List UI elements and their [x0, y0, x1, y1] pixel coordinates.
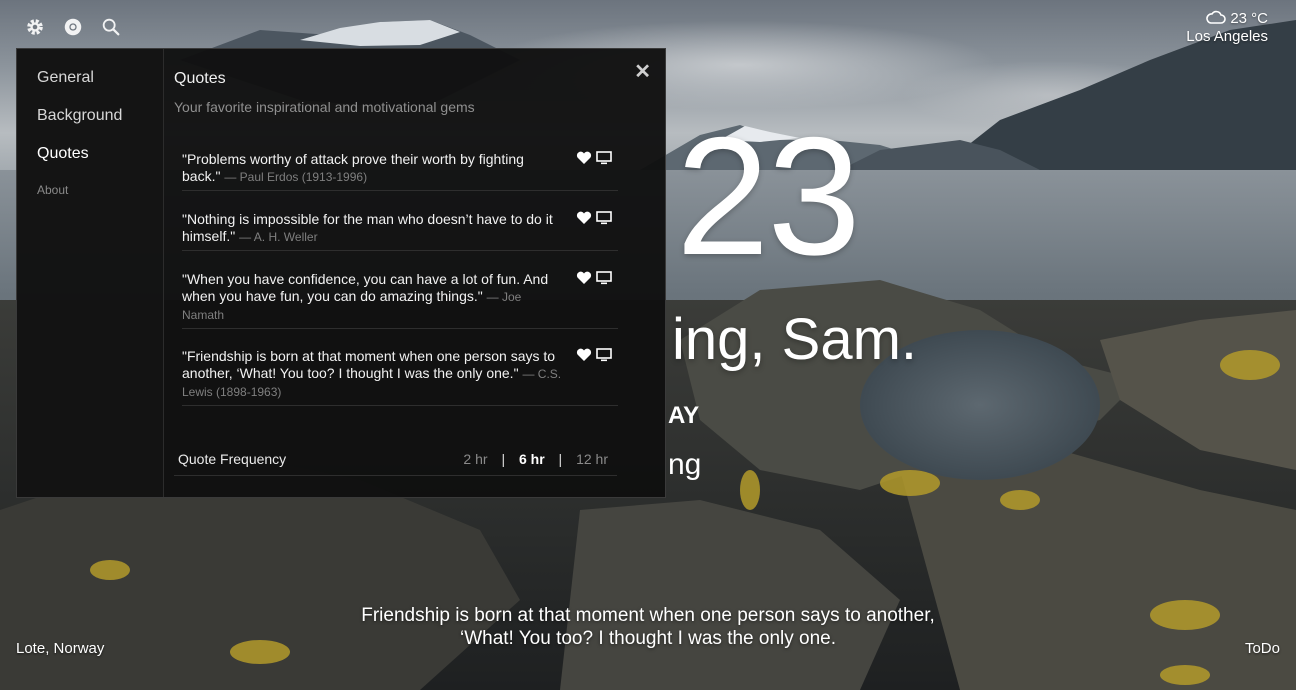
display-icon[interactable]	[596, 211, 612, 225]
freq-option-6hr[interactable]: 6 hr	[519, 451, 545, 467]
photo-location[interactable]: Lote, Norway	[16, 640, 104, 657]
quote-item: "When you have confidence, you can have …	[182, 271, 618, 329]
quote-author: — Paul Erdos (1913-1996)	[224, 170, 368, 184]
moss	[90, 560, 130, 580]
moss	[740, 470, 760, 510]
todo-button[interactable]: ToDo	[1245, 640, 1280, 657]
section-title: Quotes	[174, 70, 226, 87]
daily-quote-line2: ‘What! You too? I thought I was the only…	[459, 628, 837, 649]
chrome-icon[interactable]	[62, 16, 84, 38]
quote-text-block: "Problems worthy of attack prove their w…	[182, 151, 562, 186]
nav-quotes[interactable]: Quotes	[37, 145, 89, 163]
display-icon[interactable]	[596, 348, 612, 362]
quote-text-block: "Friendship is born at that moment when …	[182, 348, 562, 401]
gear-icon[interactable]	[24, 16, 46, 38]
nav-general[interactable]: General	[37, 69, 94, 87]
freq-separator: |	[558, 451, 563, 467]
nav-background[interactable]: Background	[37, 107, 122, 125]
quote-item: "Problems worthy of attack prove their w…	[182, 151, 618, 191]
daily-quote-line1: Friendship is born at that moment when o…	[361, 605, 935, 626]
quote-frequency-label: Quote Frequency	[178, 451, 287, 467]
quote-text-block: "Nothing is impossible for the man who d…	[182, 211, 562, 246]
section-subtitle: Your favorite inspirational and motivati…	[174, 99, 475, 115]
quote-frequency-options: 2 hr | 6 hr | 12 hr	[458, 451, 613, 467]
heart-icon[interactable]	[576, 271, 592, 285]
settings-sidebar: General Background Quotes About	[17, 49, 164, 497]
nav-about[interactable]: About	[37, 183, 68, 197]
freq-option-2hr[interactable]: 2 hr	[463, 451, 487, 467]
moss	[1220, 350, 1280, 380]
daily-quote: Friendship is born at that moment when o…	[0, 604, 1296, 650]
moss	[1000, 490, 1040, 510]
quote-text-block: "When you have confidence, you can have …	[182, 271, 562, 324]
quote-actions	[574, 348, 614, 364]
clock: 23	[676, 102, 861, 290]
weather-widget[interactable]: 23 °C Los Angeles	[1186, 10, 1268, 46]
quote-actions	[574, 271, 614, 287]
settings-panel: General Background Quotes About ✕ Quotes…	[16, 48, 666, 498]
quote-text: "Friendship is born at that moment when …	[182, 348, 556, 381]
cloud-icon	[1206, 10, 1226, 24]
heart-icon[interactable]	[576, 348, 592, 362]
moss	[1160, 665, 1210, 685]
quote-author: — A. H. Weller	[239, 230, 318, 244]
quote-actions	[574, 211, 614, 227]
heart-icon[interactable]	[576, 211, 592, 225]
quote-item: "Friendship is born at that moment when …	[182, 348, 618, 406]
moss	[880, 470, 940, 496]
settings-content: Quotes Your favorite inspirational and m…	[164, 49, 665, 497]
display-icon[interactable]	[596, 151, 612, 165]
quote-text: "Nothing is impossible for the man who d…	[182, 211, 553, 244]
quote-frequency-row: Quote Frequency 2 hr | 6 hr | 12 hr	[174, 445, 617, 476]
quote-item: "Nothing is impossible for the man who d…	[182, 211, 618, 251]
freq-option-12hr[interactable]: 12 hr	[576, 451, 608, 467]
freq-separator: |	[501, 451, 506, 467]
weather-location: Los Angeles	[1186, 28, 1268, 45]
display-icon[interactable]	[596, 271, 612, 285]
search-icon[interactable]	[100, 16, 122, 38]
focus-heading: AY	[668, 402, 700, 429]
quote-actions	[574, 151, 614, 167]
greeting: ing, Sam.	[672, 307, 917, 372]
temperature: 23 °C	[1230, 10, 1268, 27]
focus-text[interactable]: ng	[668, 448, 701, 482]
heart-icon[interactable]	[576, 151, 592, 165]
